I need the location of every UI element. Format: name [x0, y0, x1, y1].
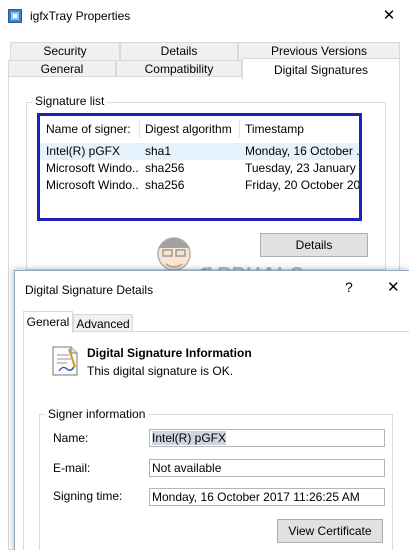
- close-button[interactable]: ✕: [378, 6, 400, 26]
- signing-time-field[interactable]: Monday, 16 October 2017 11:26:25 AM: [149, 488, 385, 506]
- digest-cell: sha256: [145, 178, 185, 192]
- details-button[interactable]: Details: [260, 233, 368, 257]
- tab-security[interactable]: Security: [10, 42, 120, 60]
- digest-cell: sha256: [145, 161, 185, 175]
- window-title: igfxTray Properties: [30, 9, 131, 23]
- app-icon: [8, 9, 22, 23]
- column-separator: [139, 120, 140, 138]
- info-title: Digital Signature Information: [87, 346, 252, 360]
- certificate-icon: [52, 346, 78, 376]
- signer-name-cell: Microsoft Windo...: [46, 178, 138, 192]
- column-timestamp[interactable]: Timestamp: [245, 122, 304, 136]
- signature-list[interactable]: Name of signer: Digest algorithm Timesta…: [37, 113, 362, 221]
- name-value: Intel(R) pGFX: [152, 431, 227, 445]
- timestamp-cell: Friday, 20 October 20...: [245, 178, 359, 192]
- table-row[interactable]: Intel(R) pGFX sha1 Monday, 16 October ..…: [40, 143, 359, 160]
- signature-list-label: Signature list: [32, 94, 108, 108]
- column-separator: [239, 120, 240, 138]
- signature-details-dialog: Digital Signature Details ? ✕ General Ad…: [14, 270, 409, 550]
- timestamp-cell: Monday, 16 October ...: [245, 144, 359, 158]
- tab-digital-signatures[interactable]: Digital Signatures: [242, 58, 400, 80]
- email-field[interactable]: Not available: [149, 459, 385, 477]
- signing-time-label: Signing time:: [53, 489, 123, 503]
- signer-name-cell: Microsoft Windo...: [46, 161, 138, 175]
- signer-info-label: Signer information: [45, 407, 149, 421]
- digest-cell: sha1: [145, 144, 172, 158]
- info-status: This digital signature is OK.: [87, 364, 234, 378]
- email-label: E-mail:: [53, 461, 91, 475]
- dialog-title: Digital Signature Details: [25, 283, 154, 297]
- view-certificate-button[interactable]: View Certificate: [277, 519, 383, 543]
- column-name-of-signer[interactable]: Name of signer:: [46, 122, 131, 136]
- table-row[interactable]: Microsoft Windo... sha256 Friday, 20 Oct…: [40, 177, 359, 194]
- table-row[interactable]: Microsoft Windo... sha256 Tuesday, 23 Ja…: [40, 160, 359, 177]
- name-label: Name:: [53, 431, 89, 445]
- help-button[interactable]: ?: [345, 279, 353, 295]
- column-digest-algorithm[interactable]: Digest algorithm: [145, 122, 232, 136]
- tab-details[interactable]: Details: [120, 42, 238, 60]
- dialog-close-button[interactable]: ✕: [387, 278, 400, 296]
- timestamp-cell: Tuesday, 23 January ...: [245, 161, 359, 175]
- list-header: Name of signer: Digest algorithm Timesta…: [40, 116, 359, 140]
- name-field[interactable]: Intel(R) pGFX: [149, 429, 385, 447]
- signer-name-cell: Intel(R) pGFX: [46, 144, 121, 158]
- tab-general[interactable]: General: [23, 311, 73, 333]
- title-bar: igfxTray Properties ✕: [0, 0, 409, 32]
